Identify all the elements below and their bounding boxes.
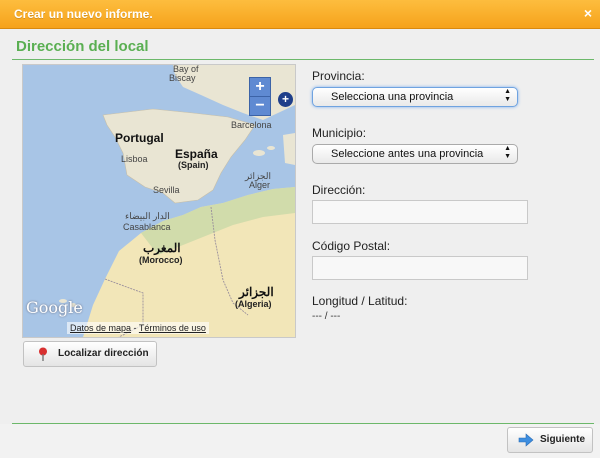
select-arrows-icon: ▲ ▼ [504, 88, 511, 103]
map-footer-separator: - [131, 323, 139, 333]
zoom-out-button[interactable]: − [249, 96, 271, 116]
locate-address-label: Localizar dirección [58, 348, 149, 359]
provincia-select[interactable]: Selecciona una provincia ▲ ▼ [312, 87, 518, 107]
provincia-select-value: Selecciona una provincia [331, 91, 454, 103]
municipio-label: Municipio: [312, 126, 367, 140]
map-pin-icon [39, 347, 47, 361]
map-label-portugal: Portugal [115, 131, 164, 145]
map-terms-link[interactable]: Términos de uso [139, 323, 206, 333]
map-label-spain: (Spain) [178, 160, 209, 170]
map-label-casablanca: Casablanca [123, 222, 171, 232]
coords-label: Longitud / Latitud: [312, 294, 408, 308]
zoom-in-button[interactable]: + [249, 77, 271, 97]
section-title: Dirección del local [16, 38, 149, 55]
codigo-postal-input[interactable] [312, 256, 528, 280]
municipio-select-value: Seleccione antes una provincia [331, 148, 484, 160]
map-label-morocco: (Morocco) [139, 255, 183, 265]
map-label-espana: España [175, 147, 218, 161]
map-data-link[interactable]: Datos de mapa [70, 323, 131, 333]
coords-value: --- / --- [312, 311, 341, 322]
map-label-alger: Alger [249, 180, 271, 190]
street-view-pegman-icon[interactable]: + [278, 92, 293, 107]
direccion-label: Dirección: [312, 183, 366, 197]
footer-divider [12, 423, 594, 424]
dialog-title: Crear un nuevo informe. [14, 7, 153, 21]
codigo-postal-label: Código Postal: [312, 239, 391, 253]
map-view[interactable]: Bay of Biscay Portugal España (Spain) Li… [22, 64, 296, 338]
dialog-title-bar: Crear un nuevo informe. × [0, 0, 600, 29]
map-label-lisboa: Lisboa [121, 154, 148, 164]
map-label-morocco-ar: المغرب [143, 241, 181, 255]
map-attribution: Datos de mapa - Términos de uso [67, 322, 209, 334]
locate-address-button[interactable]: Localizar dirección [23, 341, 157, 367]
map-label-casablanca-ar: الدار البيضاء [125, 211, 170, 221]
section-divider [12, 59, 594, 60]
arrow-right-icon [518, 433, 534, 447]
next-button-label: Siguiente [540, 434, 586, 445]
google-logo: Google [26, 298, 83, 317]
municipio-select[interactable]: Seleccione antes una provincia ▲ ▼ [312, 144, 518, 164]
select-arrows-icon: ▲ ▼ [504, 145, 511, 160]
map-label-barcelona: Barcelona [231, 120, 272, 130]
next-button[interactable]: Siguiente [507, 427, 593, 453]
map-label-algeria: (Algeria) [235, 299, 272, 309]
map-label-algeria-ar: الجزائر [239, 285, 274, 299]
direccion-input[interactable] [312, 200, 528, 224]
map-label-sevilla: Sevilla [153, 185, 180, 195]
close-icon[interactable]: × [584, 5, 592, 21]
map-label-biscay: Biscay [169, 73, 196, 83]
provincia-label: Provincia: [312, 69, 365, 83]
